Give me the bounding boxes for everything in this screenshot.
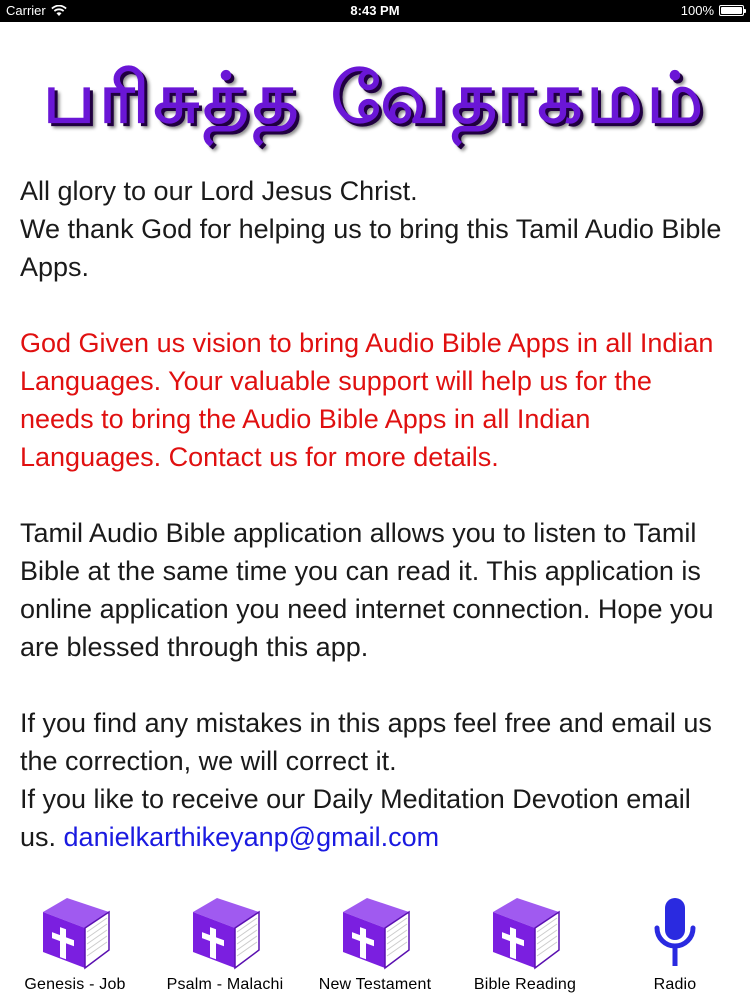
microphone-icon	[654, 898, 696, 966]
bible-book-icon	[493, 898, 560, 970]
tab-label: New Testament	[318, 976, 432, 993]
tab-label: Bible Reading	[473, 976, 577, 993]
tab-bar: Genesis - Job Psalm - Malachi New Testam…	[0, 888, 750, 1000]
tab-label: Genesis - Job	[24, 976, 126, 993]
status-bar: Carrier 8:43 PM 100%	[0, 0, 750, 22]
bible-book-icon	[193, 898, 260, 970]
tab-label: Psalm - Malachi	[166, 976, 284, 993]
tab-psalm-malachi[interactable]: Psalm - Malachi	[150, 888, 300, 1000]
tab-radio[interactable]: Radio	[600, 888, 750, 1000]
about-paragraph: Tamil Audio Bible application allows you…	[20, 518, 714, 662]
mistakes-paragraph: If you find any mistakes in this apps fe…	[20, 708, 712, 776]
email-link[interactable]: danielkarthikeyanp@gmail.com	[64, 822, 440, 852]
tab-bible-reading[interactable]: Bible Reading	[450, 888, 600, 1000]
tab-new-testament[interactable]: New Testament	[300, 888, 450, 1000]
clock: 8:43 PM	[350, 3, 400, 18]
battery-info: 100%	[680, 3, 746, 18]
welcome-text: All glory to our Lord Jesus Christ. We t…	[20, 172, 732, 856]
app-title-banner: பரிசுத்த வேதாகமம்	[0, 42, 750, 162]
battery-icon	[719, 5, 746, 16]
tab-genesis-job[interactable]: Genesis - Job	[0, 888, 150, 1000]
bible-book-icon	[43, 898, 110, 970]
intro-line-1: All glory to our Lord Jesus Christ.	[20, 176, 418, 206]
app-title: பரிசுத்த வேதாகமம்	[43, 56, 707, 139]
intro-line-2: We thank God for helping us to bring thi…	[20, 214, 722, 282]
tab-label: Radio	[653, 976, 697, 993]
vision-paragraph: God Given us vision to bring Audio Bible…	[20, 328, 714, 472]
devotion-paragraph: If you like to receive our Daily Meditat…	[20, 780, 732, 856]
battery-percent: 100%	[680, 3, 714, 18]
bible-book-icon	[343, 898, 410, 970]
